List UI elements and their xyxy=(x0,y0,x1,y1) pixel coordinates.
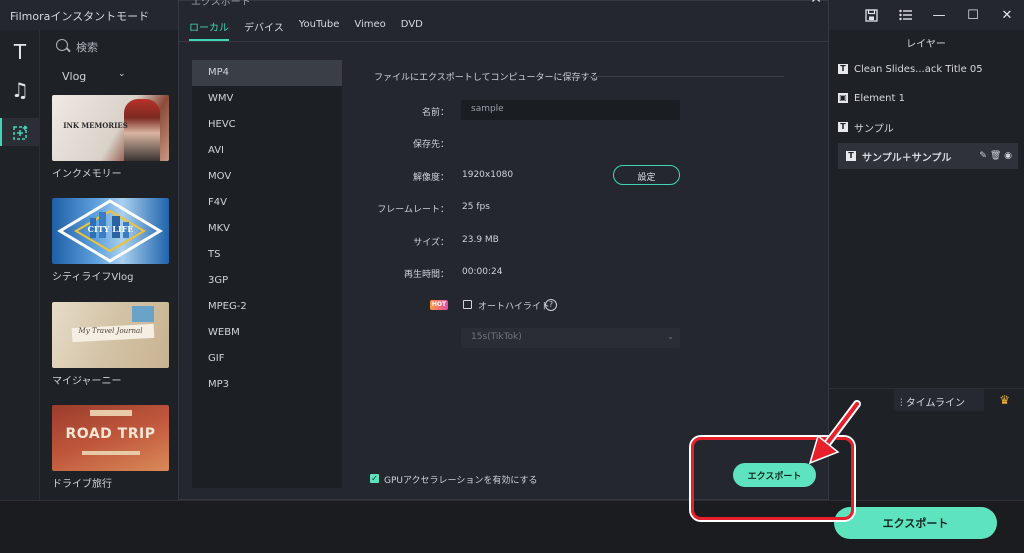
annotation-arrow xyxy=(808,400,861,465)
app-window: Filmoraインスタントモード — ☐ ✕ T ♫ 検索 Vlog ⌄ INK… xyxy=(0,0,1024,553)
